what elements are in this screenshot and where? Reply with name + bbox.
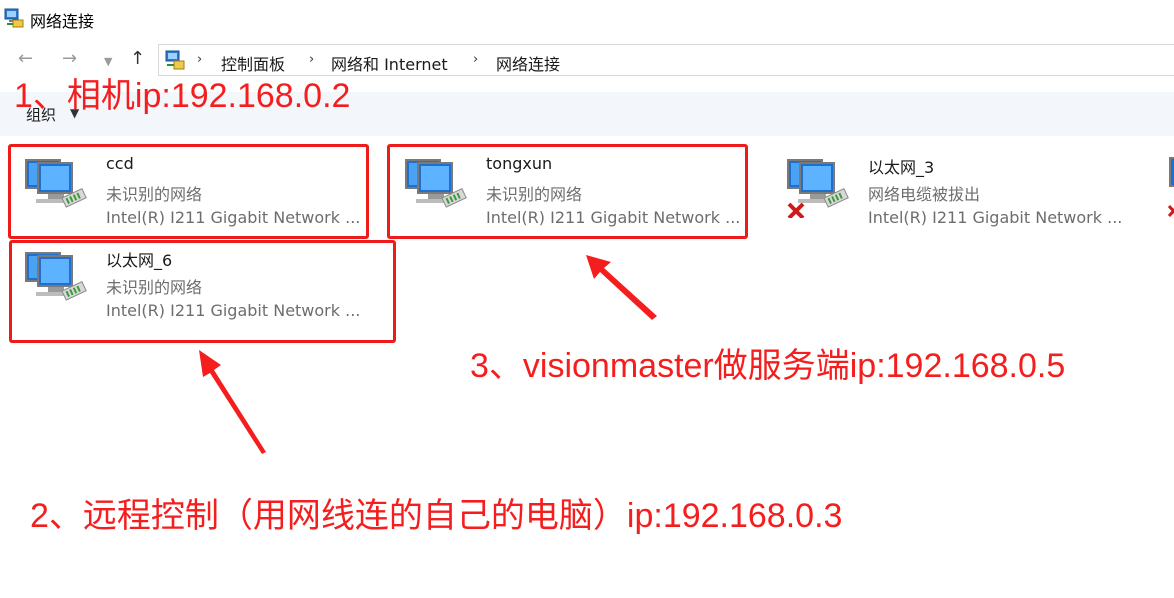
breadcrumb-separator-icon: › <box>309 52 315 67</box>
highlight-box-tongxun <box>387 144 748 239</box>
adapter-item-ethernet-3[interactable]: 以太网_3 网络电缆被拔出 Intel(R) I211 Gigabit Netw… <box>772 150 1152 236</box>
adapter-status: 网络电缆被拔出 <box>868 185 981 204</box>
arrow-to-tongxun <box>586 255 657 320</box>
adapter-device: Intel(R) I211 Gigabit Network ... <box>868 208 1123 227</box>
forward-arrow-icon[interactable]: → <box>62 48 77 69</box>
arrow-to-ethernet-6 <box>199 350 266 454</box>
network-adapter-disconnected-icon <box>1167 157 1174 218</box>
window-title: 网络连接 <box>30 12 95 31</box>
annotation-camera: 1、相机ip:192.168.0.2 <box>14 77 351 115</box>
network-connections-icon <box>4 8 24 28</box>
control-panel-icon <box>165 50 185 70</box>
annotation-remote: 2、远程控制（用网线连的自己的电脑）ip:192.168.0.3 <box>30 497 843 535</box>
adapter-name: 以太网_3 <box>868 158 935 177</box>
highlight-box-ccd <box>8 144 369 239</box>
annotation-server: 3、visionmaster做服务端ip:192.168.0.5 <box>470 347 1066 385</box>
breadcrumb-separator-icon: › <box>197 52 203 67</box>
highlight-box-ethernet-6 <box>9 240 396 343</box>
network-adapter-disconnected-icon <box>787 159 849 218</box>
back-arrow-icon[interactable]: ← <box>18 48 33 69</box>
title-bar: 网络连接 <box>0 0 1174 38</box>
up-arrow-icon[interactable]: ↑ <box>130 48 145 69</box>
chevron-down-icon[interactable]: ▼ <box>104 55 112 68</box>
breadcrumb-separator-icon: › <box>473 52 479 67</box>
breadcrumb-network-connections[interactable]: 网络连接 <box>496 51 560 75</box>
